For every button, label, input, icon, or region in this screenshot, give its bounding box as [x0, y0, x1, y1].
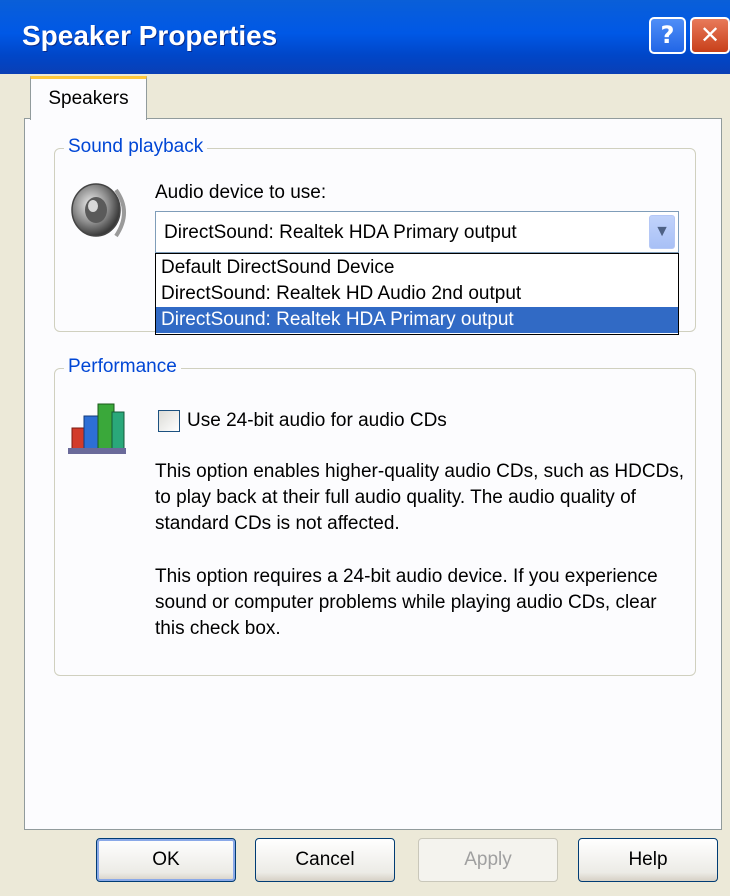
chevron-down-icon[interactable]: ▼: [649, 215, 675, 249]
speaker-icon: [66, 180, 136, 244]
close-icon[interactable]: ✕: [690, 17, 730, 54]
tab-speakers[interactable]: Speakers: [30, 76, 147, 120]
dropdown-option-default-directsound[interactable]: Default DirectSound Device: [156, 255, 678, 281]
help-button[interactable]: Help: [578, 838, 718, 882]
help-icon[interactable]: ?: [649, 17, 686, 54]
window-title: Speaker Properties: [22, 20, 278, 51]
performance-icon: [66, 398, 136, 456]
apply-button[interactable]: Apply: [418, 838, 558, 882]
audio-device-selected-value: DirectSound: Realtek HDA Primary output: [164, 222, 517, 243]
audio-device-select[interactable]: DirectSound: Realtek HDA Primary output …: [155, 211, 679, 253]
performance-legend: Performance: [64, 356, 181, 378]
audio-device-label: Audio device to use:: [155, 182, 327, 203]
performance-description-2: This option requires a 24-bit audio devi…: [155, 566, 658, 639]
use-24bit-audio-label[interactable]: Use 24-bit audio for audio CDs: [187, 410, 447, 432]
ok-button[interactable]: OK: [96, 838, 236, 882]
dropdown-option-realtek-2nd-output[interactable]: DirectSound: Realtek HD Audio 2nd output: [156, 281, 678, 307]
sound-playback-legend: Sound playback: [64, 136, 208, 158]
dropdown-option-realtek-primary-output[interactable]: DirectSound: Realtek HDA Primary output: [156, 307, 678, 333]
use-24bit-audio-checkbox[interactable]: [158, 410, 180, 432]
cancel-button[interactable]: Cancel: [255, 838, 395, 882]
performance-description-1: This option enables higher-quality audio…: [155, 461, 685, 534]
title-bar[interactable]: Speaker Properties ? ✕: [0, 0, 730, 74]
audio-device-dropdown-list[interactable]: Default DirectSound Device DirectSound: …: [155, 253, 679, 335]
